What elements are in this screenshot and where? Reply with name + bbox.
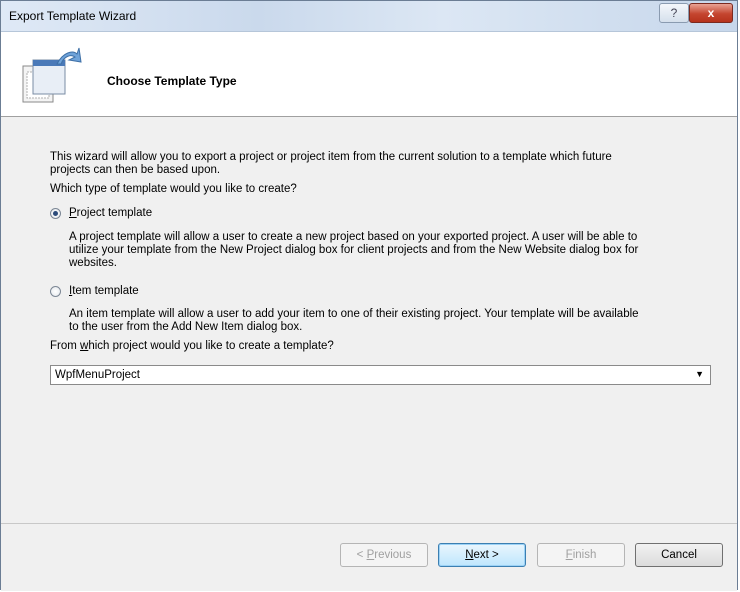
wizard-footer: < Previous Next > Finish Cancel (1, 523, 737, 591)
project-template-option[interactable]: Project template (50, 207, 152, 219)
export-template-wizard-window: Export Template Wizard ? x Choose Templa… (0, 0, 738, 591)
previous-button[interactable]: < Previous (340, 543, 428, 567)
project-template-label: Project template (69, 207, 153, 219)
intro-text-line2: projects can then be based upon. (50, 164, 221, 176)
page-title: Choose Template Type (107, 74, 237, 88)
project-template-description-line1: A project template will allow a user to … (69, 231, 638, 243)
project-select-dropdown[interactable]: WpfMenuProject ▼ (50, 365, 711, 385)
item-template-description-line2: to the user from the Add New Item dialog… (69, 321, 303, 333)
template-type-question: Which type of template would you like to… (50, 183, 297, 195)
item-template-option[interactable]: Item template (50, 285, 139, 297)
cancel-button[interactable]: Cancel (635, 543, 723, 567)
project-template-description-line3: websites. (69, 257, 117, 269)
close-button[interactable]: x (689, 3, 733, 23)
item-template-description-line1: An item template will allow a user to ad… (69, 308, 639, 320)
finish-button[interactable]: Finish (537, 543, 625, 567)
wizard-header: Choose Template Type (1, 32, 737, 117)
intro-text-line1: This wizard will allow you to export a p… (50, 151, 612, 163)
chevron-down-icon: ▼ (695, 369, 704, 379)
help-button[interactable]: ? (659, 3, 689, 23)
project-select-label: From which project would you like to cre… (50, 340, 334, 352)
export-template-icon (22, 47, 82, 103)
item-template-radio[interactable] (50, 285, 61, 297)
wizard-content: This wizard will allow you to export a p… (1, 117, 737, 521)
help-icon: ? (670, 6, 678, 20)
title-bar[interactable]: Export Template Wizard ? x (1, 1, 737, 32)
next-button[interactable]: Next > (438, 543, 526, 567)
item-template-label: Item template (69, 285, 139, 297)
project-select-value: WpfMenuProject (55, 369, 141, 381)
project-template-radio[interactable] (50, 207, 61, 219)
project-template-description-line2: utilize your template from the New Proje… (69, 244, 639, 256)
close-icon: x (707, 6, 715, 20)
window-title: Export Template Wizard (9, 9, 137, 23)
